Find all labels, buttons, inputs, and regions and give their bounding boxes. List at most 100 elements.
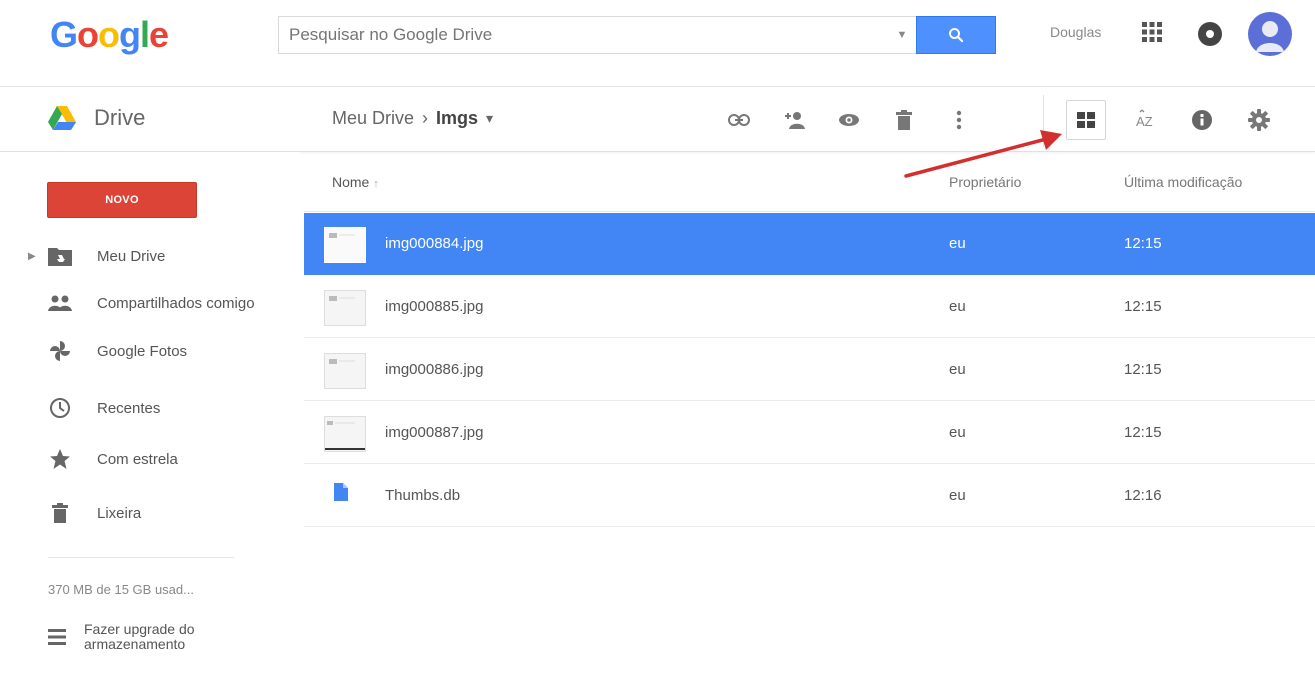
sidebar-item-my-drive[interactable]: ▶ Meu Drive	[0, 234, 300, 278]
search-options-dropdown-icon[interactable]: ▼	[888, 16, 916, 54]
table-row[interactable]: img000885.jpg eu 12:15	[304, 276, 1315, 338]
sidebar-divider	[48, 557, 234, 558]
link-icon	[728, 114, 750, 126]
grid-view-icon	[1077, 112, 1095, 128]
sidebar-item-label: Meu Drive	[97, 247, 166, 265]
sidebar-item-shared-with-me[interactable]: Compartilhados comigo	[0, 281, 300, 325]
sidebar-item-label: Compartilhados comigo	[97, 294, 255, 312]
breadcrumb-separator: ›	[422, 108, 429, 128]
logo-letter: o	[77, 14, 99, 55]
logo-letter: G	[50, 14, 78, 55]
search-icon	[949, 28, 964, 43]
logo-letter: g	[119, 14, 141, 55]
breadcrumb-current-folder[interactable]: Imgs	[436, 108, 478, 129]
share-button[interactable]	[776, 101, 814, 139]
get-link-button[interactable]	[720, 101, 758, 139]
logo-letter: e	[149, 14, 169, 55]
notifications-icon[interactable]	[1198, 22, 1222, 46]
expand-arrow-icon[interactable]: ▶	[28, 251, 36, 262]
column-header-name[interactable]: Nome ↑	[332, 174, 379, 190]
upgrade-storage-label: Fazer upgrade do armazenamento	[84, 622, 195, 652]
logo-letter: l	[140, 14, 150, 55]
apps-grid-icon[interactable]	[1140, 20, 1164, 44]
image-thumbnail-icon	[324, 353, 366, 389]
user-name[interactable]: Douglas	[1050, 24, 1101, 40]
sidebar-item-trash[interactable]: Lixeira	[0, 491, 300, 535]
breadcrumb: Meu Drive › Imgs ▾	[332, 108, 493, 129]
file-owner: eu	[949, 361, 966, 378]
sidebar-item-label: Google Fotos	[97, 342, 188, 360]
drive-brand[interactable]: Drive	[48, 105, 145, 131]
upgrade-storage-link[interactable]: Fazer upgrade do armazenamento	[48, 622, 195, 652]
search-bar: ▼	[278, 16, 996, 54]
drive-label: Drive	[94, 105, 146, 130]
drive-toolbar: Drive Meu Drive › Imgs ▾ AZ	[0, 86, 1315, 152]
search-input[interactable]	[278, 16, 916, 54]
table-row[interactable]: img000886.jpg eu 12:15	[304, 339, 1315, 401]
logo-letter: o	[98, 14, 120, 55]
file-modified: 12:15	[1124, 235, 1162, 252]
sidebar-item-starred[interactable]: Com estrela	[0, 437, 300, 481]
file-list: Nome ↑ Proprietário Última modificação i…	[304, 152, 1315, 687]
drive-logo-icon	[48, 106, 76, 130]
settings-button[interactable]	[1240, 101, 1278, 139]
file-name: img000885.jpg	[385, 298, 484, 315]
details-button[interactable]	[1183, 101, 1221, 139]
upgrade-line-1: Fazer upgrade do	[84, 621, 195, 637]
sidebar-item-label: Recentes	[97, 399, 161, 417]
file-modified: 12:15	[1124, 298, 1162, 315]
list-header: Nome ↑ Proprietário Última modificação	[304, 152, 1315, 212]
image-thumbnail-icon	[324, 227, 366, 263]
file-modified: 12:15	[1124, 424, 1162, 441]
sort-az-icon: AZ	[1136, 109, 1153, 129]
table-row[interactable]: img000887.jpg eu 12:15	[304, 402, 1315, 464]
sort-options-button[interactable]: AZ	[1128, 101, 1166, 139]
star-icon	[46, 445, 74, 473]
file-modified: 12:16	[1124, 487, 1162, 504]
file-name: Thumbs.db	[385, 487, 461, 504]
sort-ascending-icon: ↑	[373, 178, 379, 190]
settings-gear-icon	[1248, 109, 1270, 131]
account-person-icon	[1256, 21, 1284, 52]
svg-text:AZ: AZ	[1136, 114, 1153, 129]
shared-people-icon	[46, 289, 74, 317]
preview-button[interactable]	[830, 101, 868, 139]
sidebar-item-google-photos[interactable]: Google Fotos	[0, 329, 300, 373]
my-drive-folder-icon	[46, 242, 74, 270]
file-owner: eu	[949, 298, 966, 315]
sidebar-item-label: Com estrela	[97, 450, 178, 468]
top-bar: Google ▼ Douglas	[0, 0, 1315, 86]
sidebar-item-label: Lixeira	[97, 504, 142, 522]
clock-icon	[46, 394, 74, 422]
image-thumbnail-icon	[324, 290, 366, 326]
file-owner: eu	[949, 487, 966, 504]
file-owner: eu	[949, 424, 966, 441]
document-file-icon	[324, 479, 366, 515]
storage-usage-text: 370 MB de 15 GB usad...	[48, 582, 194, 597]
grid-view-button[interactable]	[1066, 100, 1106, 140]
breadcrumb-root[interactable]: Meu Drive	[332, 108, 414, 129]
table-row[interactable]: img000884.jpg eu 12:15	[304, 213, 1315, 275]
avatar[interactable]	[1248, 12, 1292, 56]
search-button[interactable]	[916, 16, 996, 54]
folder-menu-dropdown-icon[interactable]: ▾	[486, 110, 493, 127]
sidebar: NOVO ▶ Meu Drive Compartilhados comigo G…	[0, 152, 300, 687]
file-name: img000884.jpg	[385, 235, 484, 252]
pinwheel-photos-icon	[46, 337, 74, 365]
annotation-arrow-icon	[904, 130, 1062, 178]
info-icon	[1192, 110, 1212, 130]
preview-eye-icon	[839, 114, 859, 126]
upgrade-line-2: armazenamento	[84, 636, 186, 652]
image-thumbnail-icon	[324, 416, 366, 452]
file-name: img000887.jpg	[385, 424, 484, 441]
file-owner: eu	[949, 235, 966, 252]
column-header-modified[interactable]: Última modificação	[1124, 174, 1242, 190]
new-button[interactable]: NOVO	[47, 182, 197, 218]
table-row[interactable]: Thumbs.db eu 12:16	[304, 465, 1315, 527]
file-modified: 12:15	[1124, 361, 1162, 378]
trash-icon	[46, 499, 74, 527]
google-logo[interactable]: Google	[50, 14, 169, 56]
storage-list-icon	[48, 629, 66, 645]
sidebar-item-recent[interactable]: Recentes	[0, 386, 300, 430]
file-name: img000886.jpg	[385, 361, 484, 378]
